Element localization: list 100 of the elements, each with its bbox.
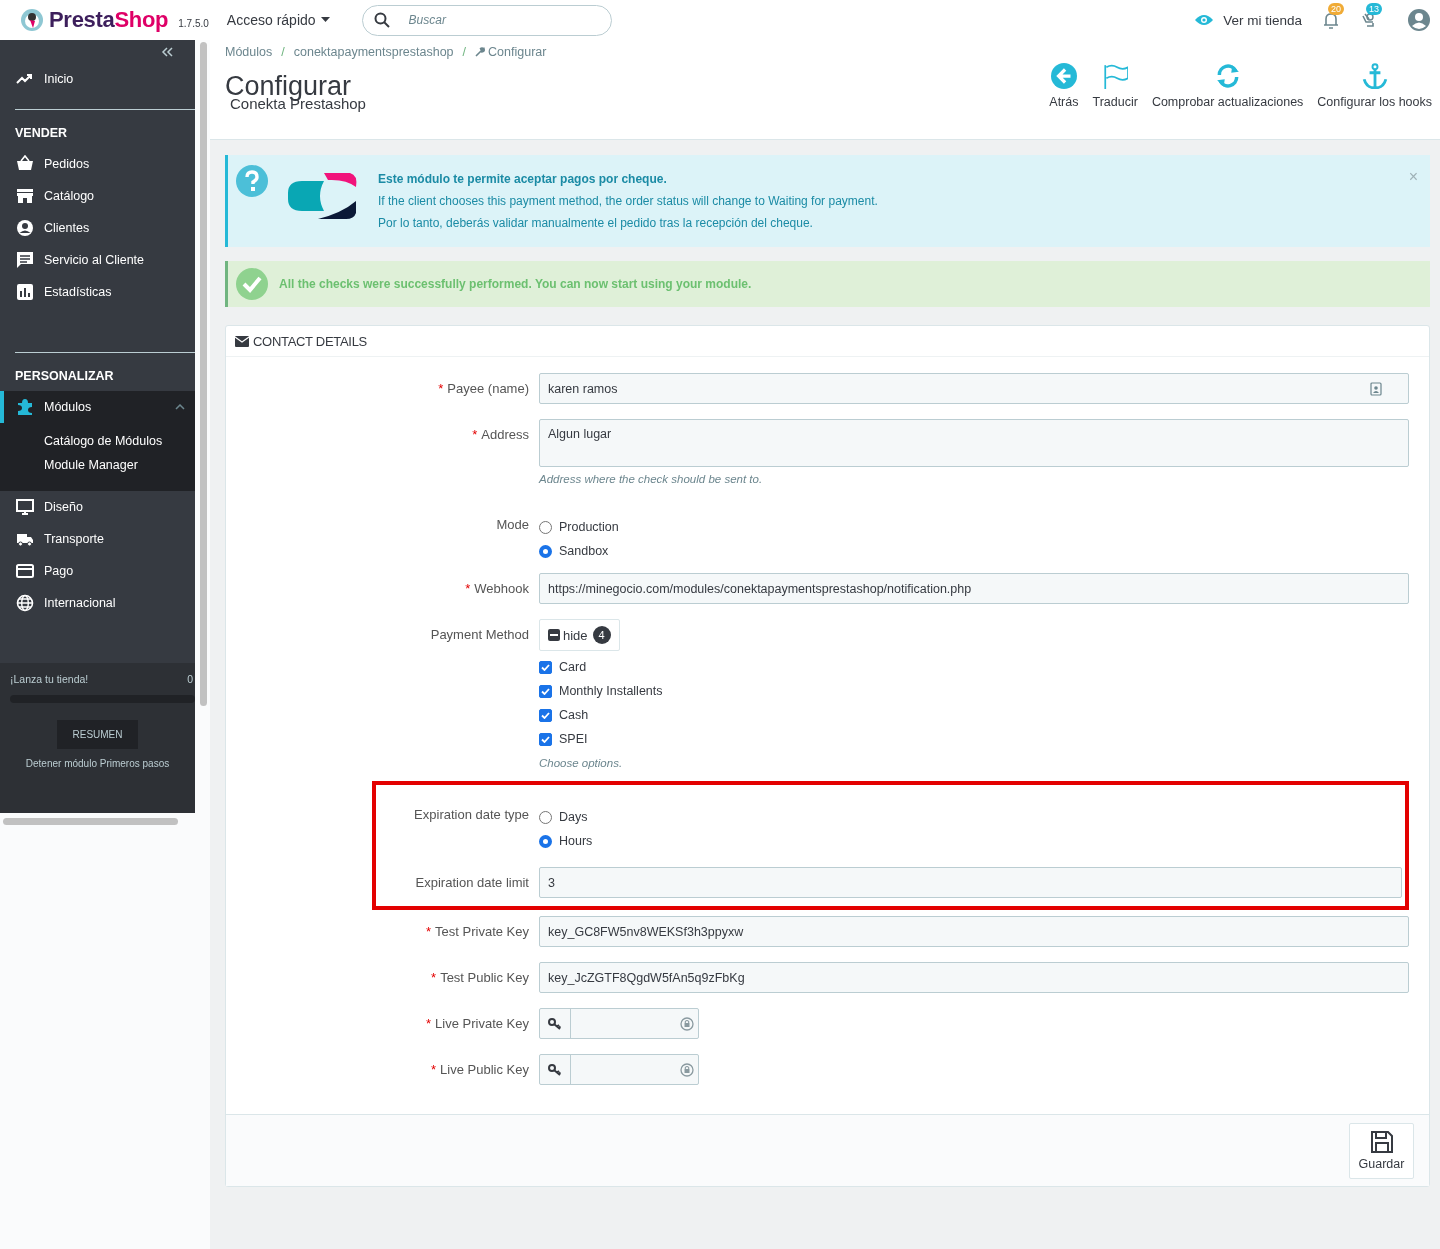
sidebar-item[interactable]: Transporte	[0, 523, 195, 555]
eye-icon	[1195, 14, 1214, 26]
sidebar-item[interactable]: Diseño	[0, 491, 195, 523]
radio-button[interactable]	[539, 520, 552, 534]
help-text: Choose options.	[539, 757, 624, 769]
toolbar-button[interactable]: Traducir	[1092, 63, 1138, 115]
resume-button[interactable]: RESUMEN	[57, 720, 138, 749]
sidebar-item[interactable]: Módulos	[0, 391, 195, 423]
alert-message: Este módulo te permite aceptar pagos por cheque.	[378, 171, 668, 188]
required-asterisk: *	[426, 923, 432, 941]
lock-refresh-icon	[680, 1016, 694, 1031]
checkmark-icon	[541, 711, 550, 719]
radio-label: Days	[559, 810, 588, 824]
checkbox[interactable]	[539, 732, 552, 746]
logo-wordmark[interactable]: PrestaShop	[49, 7, 169, 33]
breadcrumb-link[interactable]: Configurar	[475, 45, 547, 59]
text-input[interactable]: https://minegocio.com/modules/conektapaymentsprestashop/notification.php	[539, 573, 1409, 604]
search-icon	[373, 11, 390, 28]
anchor-icon	[1361, 63, 1388, 89]
field-label: Webhook	[474, 580, 529, 598]
sidebar-item[interactable]: Pago	[0, 555, 195, 587]
toolbar-button[interactable]: Configurar los hooks	[1317, 63, 1432, 115]
submenu-item[interactable]: Catálogo de Módulos	[44, 429, 195, 453]
save-button[interactable]: Guardar	[1349, 1122, 1414, 1179]
password-input[interactable]	[539, 1008, 699, 1039]
sidebar-item[interactable]: Pedidos	[0, 148, 195, 180]
checkbox[interactable]	[539, 684, 552, 698]
chevron-up-icon[interactable]	[175, 404, 185, 410]
submenu-item[interactable]: Module Manager	[44, 453, 195, 477]
breadcrumb-link[interactable]: conektapaymentsprestashop	[293, 45, 454, 59]
chat-bubble-icon	[16, 251, 34, 269]
checkmark-icon	[541, 663, 550, 671]
alert-message: All the checks were successfully performed. You can now start using your module.	[279, 276, 752, 293]
field-label: Address	[481, 426, 529, 444]
checkmark-icon	[541, 735, 550, 743]
field-label: Payment Method	[430, 626, 529, 644]
stop-onboarding-link[interactable]: Detener módulo Primeros pasos	[10, 758, 195, 769]
hide-options-button[interactable]: hide 4	[539, 619, 620, 651]
toolbar-button[interactable]: Atrás	[1049, 63, 1079, 115]
radio-button[interactable]	[539, 834, 552, 848]
horizontal-scrollbar[interactable]	[3, 818, 178, 825]
required-asterisk: *	[431, 1061, 437, 1079]
radio-button[interactable]	[539, 544, 552, 558]
field-label: Payee (name)	[447, 380, 529, 398]
envelope-icon	[235, 335, 249, 347]
sidebar-item[interactable]: Servicio al Cliente	[0, 244, 195, 276]
toolbar-button[interactable]: Comprobar actualizaciones	[1151, 63, 1304, 115]
notification-count-badge: 13	[1366, 3, 1382, 15]
alert-message: If the client chooses this payment method, the order status will change to Waiting for payment.	[378, 193, 878, 210]
refresh-arrows-icon	[1214, 63, 1241, 89]
quick-access-dropdown[interactable]: Acceso rápido	[226, 12, 330, 28]
required-asterisk: *	[472, 426, 478, 444]
field-label: Test Public Key	[440, 969, 529, 987]
sidebar-section-title: PERSONALIZAR	[15, 368, 115, 385]
alert-message: Por lo tanto, deberás validar manualmente el pedido tras la recepción del cheque.	[378, 215, 814, 232]
lock-refresh-icon	[680, 1062, 694, 1077]
breadcrumb-link[interactable]: Módulos	[225, 45, 273, 59]
key-icon	[548, 1017, 562, 1030]
user-avatar-icon[interactable]	[1408, 9, 1430, 31]
key-icon	[548, 1063, 562, 1076]
checkbox[interactable]	[539, 660, 552, 674]
field-label: Test Private Key	[435, 923, 529, 941]
basket-icon	[16, 155, 34, 173]
checkbox-label: SPEI	[559, 732, 588, 746]
checkbox-label: Cash	[559, 708, 589, 722]
credit-card-icon	[16, 562, 34, 580]
search-field[interactable]: Buscar	[361, 4, 612, 36]
checkbox-label: Monthly Installents	[559, 684, 663, 698]
radio-label: Production	[559, 520, 619, 534]
checkbox-label: Card	[559, 660, 587, 674]
sidebar-item[interactable]: Estadísticas	[0, 276, 195, 308]
caret-icon	[320, 17, 330, 23]
textarea-input[interactable]: Algun lugar	[539, 419, 1409, 467]
sidebar-item[interactable]: Internacional	[0, 587, 195, 619]
parrot-logo-icon	[20, 8, 44, 32]
question-circle-icon	[236, 165, 268, 197]
sidebar-item[interactable]: Catálogo	[0, 180, 195, 212]
count-badge: 4	[592, 626, 611, 644]
radio-label: Hours	[559, 834, 593, 848]
breadcrumb-separator: /	[281, 45, 285, 59]
back-arrow-circle-icon	[1050, 63, 1077, 89]
text-input[interactable]: 3	[539, 867, 1402, 898]
progress-percent: 0	[187, 673, 193, 685]
text-input[interactable]: karen ramos	[539, 373, 1409, 404]
field-label: Expiration date limit	[415, 874, 529, 892]
view-store-link[interactable]: Ver mi tienda	[1195, 12, 1302, 28]
field-label: Mode	[496, 516, 529, 534]
double-chevron-left-icon[interactable]	[161, 46, 173, 57]
sidebar-item[interactable]: Clientes	[0, 212, 195, 244]
puzzle-piece-icon	[16, 398, 34, 416]
bell-icon[interactable]	[1322, 11, 1340, 29]
password-input[interactable]	[539, 1054, 699, 1085]
radio-button[interactable]	[539, 810, 552, 824]
wrench-icon	[475, 47, 486, 57]
text-input[interactable]: key_JcZGTF8QgdW5fAn5q9zFbKg	[539, 962, 1409, 993]
vertical-scrollbar[interactable]	[200, 42, 207, 706]
text-input[interactable]: key_GC8FW5nv8WEKSf3h3ppyxw	[539, 916, 1409, 947]
checkbox[interactable]	[539, 708, 552, 722]
sidebar-item[interactable]: Inicio	[0, 63, 195, 95]
globe-icon	[16, 594, 34, 612]
